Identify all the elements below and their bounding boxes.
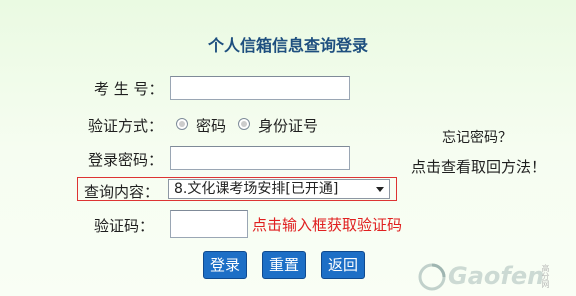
chevron-down-icon	[376, 187, 384, 192]
query-content-label: 查询内容：	[84, 183, 160, 201]
query-content-select[interactable]: 8.文化课考场安排[已开通]	[168, 179, 390, 199]
verify-method-label: 验证方式：	[88, 117, 164, 135]
candidate-number-input[interactable]	[170, 76, 350, 100]
login-password-input[interactable]	[170, 146, 350, 170]
reset-button[interactable]: 重置	[262, 251, 306, 279]
captcha-input[interactable]	[170, 210, 248, 238]
idcard-radio-label: 身份证号	[258, 117, 319, 135]
forgot-password-text: 忘记密码？	[442, 130, 512, 146]
captcha-hint: 点击输入框获取验证码	[252, 216, 403, 234]
login-button[interactable]: 登录	[203, 251, 247, 279]
back-button[interactable]: 返回	[321, 251, 365, 279]
login-password-label: 登录密码：	[88, 151, 164, 169]
page-title: 个人信箱信息查询登录	[207, 36, 368, 55]
captcha-label: 验证码：	[94, 217, 155, 235]
password-radio[interactable]	[176, 118, 188, 130]
query-selected-value: 8.文化课考场安排[已开通]	[174, 181, 339, 197]
idcard-radio[interactable]	[238, 118, 250, 130]
watermark-brand: Gaofen	[448, 262, 545, 290]
watermark-site: 高分网	[541, 264, 550, 288]
password-radio-label: 密码	[196, 117, 227, 135]
retrieve-method-link[interactable]: 点击查看取回方法！	[411, 156, 546, 177]
candidate-number-label: 考 生 号：	[94, 80, 164, 98]
